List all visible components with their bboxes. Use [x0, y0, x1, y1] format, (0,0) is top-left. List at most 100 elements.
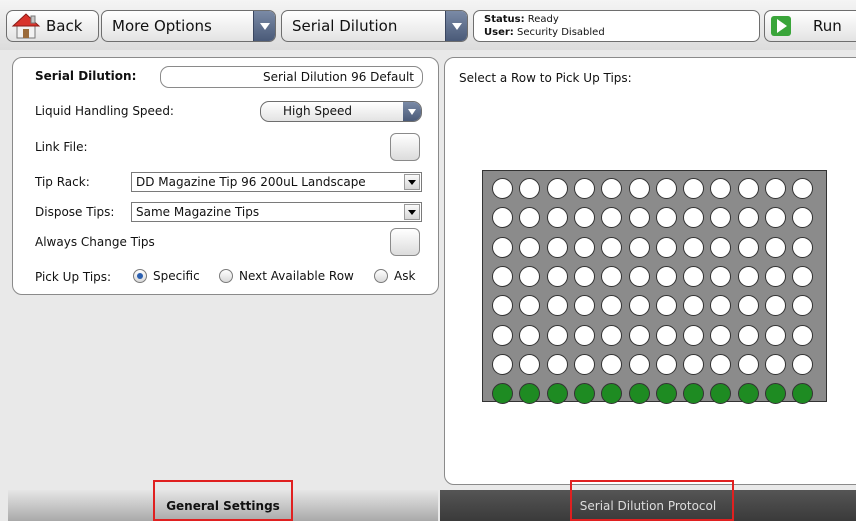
- tip-well[interactable]: [601, 324, 623, 346]
- tip-well[interactable]: [710, 236, 732, 258]
- tip-well[interactable]: [655, 265, 677, 287]
- tip-well[interactable]: [492, 178, 513, 199]
- tip-well[interactable]: [628, 236, 650, 258]
- tip-well[interactable]: [519, 265, 541, 287]
- tip-well-picked[interactable]: [765, 383, 786, 405]
- tip-well[interactable]: [601, 265, 623, 287]
- tip-well-picked[interactable]: [628, 383, 650, 405]
- tip-well[interactable]: [546, 236, 568, 258]
- radio-next-available-row[interactable]: Next Available Row: [219, 269, 354, 283]
- tip-well[interactable]: [710, 324, 732, 346]
- tip-well-picked[interactable]: [573, 383, 595, 405]
- tip-well[interactable]: [492, 295, 513, 317]
- tip-well[interactable]: [737, 324, 759, 346]
- tip-well[interactable]: [546, 178, 568, 199]
- tip-well[interactable]: [628, 178, 650, 199]
- tip-well[interactable]: [792, 236, 814, 258]
- tip-well[interactable]: [628, 207, 650, 229]
- tip-well-picked[interactable]: [519, 383, 541, 405]
- tip-well-picked[interactable]: [792, 383, 814, 405]
- tip-well[interactable]: [573, 265, 595, 287]
- tip-well[interactable]: [492, 324, 513, 346]
- tip-well[interactable]: [792, 265, 814, 287]
- tip-well[interactable]: [628, 324, 650, 346]
- tip-well-picked[interactable]: [710, 383, 732, 405]
- tip-well[interactable]: [792, 207, 814, 229]
- tip-well[interactable]: [492, 265, 513, 287]
- tip-well[interactable]: [710, 295, 732, 317]
- tip-well[interactable]: [683, 207, 705, 229]
- tip-well-picked[interactable]: [737, 383, 759, 405]
- tip-well[interactable]: [792, 353, 814, 375]
- tip-well[interactable]: [492, 236, 513, 258]
- tip-well[interactable]: [601, 236, 623, 258]
- link-file-button[interactable]: [390, 133, 420, 161]
- tip-well[interactable]: [573, 353, 595, 375]
- tip-well[interactable]: [573, 178, 595, 199]
- tip-well[interactable]: [792, 295, 814, 317]
- tip-well[interactable]: [655, 207, 677, 229]
- tip-well[interactable]: [519, 353, 541, 375]
- tip-well[interactable]: [710, 207, 732, 229]
- tip-well[interactable]: [601, 353, 623, 375]
- tip-plate-grid[interactable]: [482, 170, 827, 405]
- tip-well[interactable]: [765, 207, 786, 229]
- tip-well[interactable]: [710, 178, 732, 199]
- tip-well[interactable]: [737, 207, 759, 229]
- tip-well-picked[interactable]: [683, 383, 705, 405]
- tip-well[interactable]: [765, 295, 786, 317]
- tip-well[interactable]: [792, 324, 814, 346]
- tip-well[interactable]: [737, 236, 759, 258]
- tip-well[interactable]: [519, 207, 541, 229]
- serial-dilution-name-field[interactable]: Serial Dilution 96 Default: [160, 66, 423, 88]
- tip-well[interactable]: [765, 236, 786, 258]
- tip-well[interactable]: [683, 353, 705, 375]
- more-options-dropdown[interactable]: More Options: [101, 10, 276, 42]
- tip-well[interactable]: [737, 178, 759, 199]
- tip-well[interactable]: [628, 265, 650, 287]
- tip-well[interactable]: [546, 265, 568, 287]
- tip-well[interactable]: [655, 295, 677, 317]
- tip-well-picked[interactable]: [655, 383, 677, 405]
- tip-well[interactable]: [737, 265, 759, 287]
- tip-rack-select[interactable]: DD Magazine Tip 96 200uL Landscape: [131, 172, 422, 192]
- tip-well-picked[interactable]: [546, 383, 568, 405]
- tip-well[interactable]: [628, 353, 650, 375]
- speed-select[interactable]: High Speed: [260, 101, 422, 122]
- tip-well[interactable]: [683, 324, 705, 346]
- tip-well[interactable]: [519, 295, 541, 317]
- tip-well[interactable]: [601, 178, 623, 199]
- tip-well[interactable]: [519, 324, 541, 346]
- tip-well[interactable]: [492, 207, 513, 229]
- tip-well[interactable]: [546, 353, 568, 375]
- tip-well[interactable]: [546, 207, 568, 229]
- tip-well[interactable]: [683, 236, 705, 258]
- radio-ask[interactable]: Ask: [374, 269, 415, 283]
- tip-well[interactable]: [492, 353, 513, 375]
- tip-well[interactable]: [655, 236, 677, 258]
- tip-well[interactable]: [765, 353, 786, 375]
- tip-well[interactable]: [737, 295, 759, 317]
- tip-well[interactable]: [655, 353, 677, 375]
- tip-well[interactable]: [573, 324, 595, 346]
- tip-well[interactable]: [683, 295, 705, 317]
- run-button[interactable]: Run: [764, 10, 856, 42]
- tip-well-picked[interactable]: [601, 383, 623, 405]
- tip-well[interactable]: [519, 178, 541, 199]
- serial-dilution-dropdown[interactable]: Serial Dilution: [281, 10, 468, 42]
- tip-well[interactable]: [601, 295, 623, 317]
- back-button[interactable]: Back: [6, 10, 99, 42]
- always-change-toggle[interactable]: [390, 228, 420, 256]
- tip-well[interactable]: [710, 353, 732, 375]
- tip-well[interactable]: [573, 207, 595, 229]
- tip-well[interactable]: [519, 236, 541, 258]
- tip-well[interactable]: [573, 236, 595, 258]
- tip-well[interactable]: [683, 265, 705, 287]
- tip-well[interactable]: [765, 324, 786, 346]
- tip-well[interactable]: [710, 265, 732, 287]
- tip-well[interactable]: [765, 265, 786, 287]
- tab-serial-dilution-protocol[interactable]: Serial Dilution Protocol: [440, 490, 856, 521]
- tab-general-settings[interactable]: General Settings: [8, 490, 438, 521]
- tip-well[interactable]: [546, 324, 568, 346]
- tip-well[interactable]: [628, 295, 650, 317]
